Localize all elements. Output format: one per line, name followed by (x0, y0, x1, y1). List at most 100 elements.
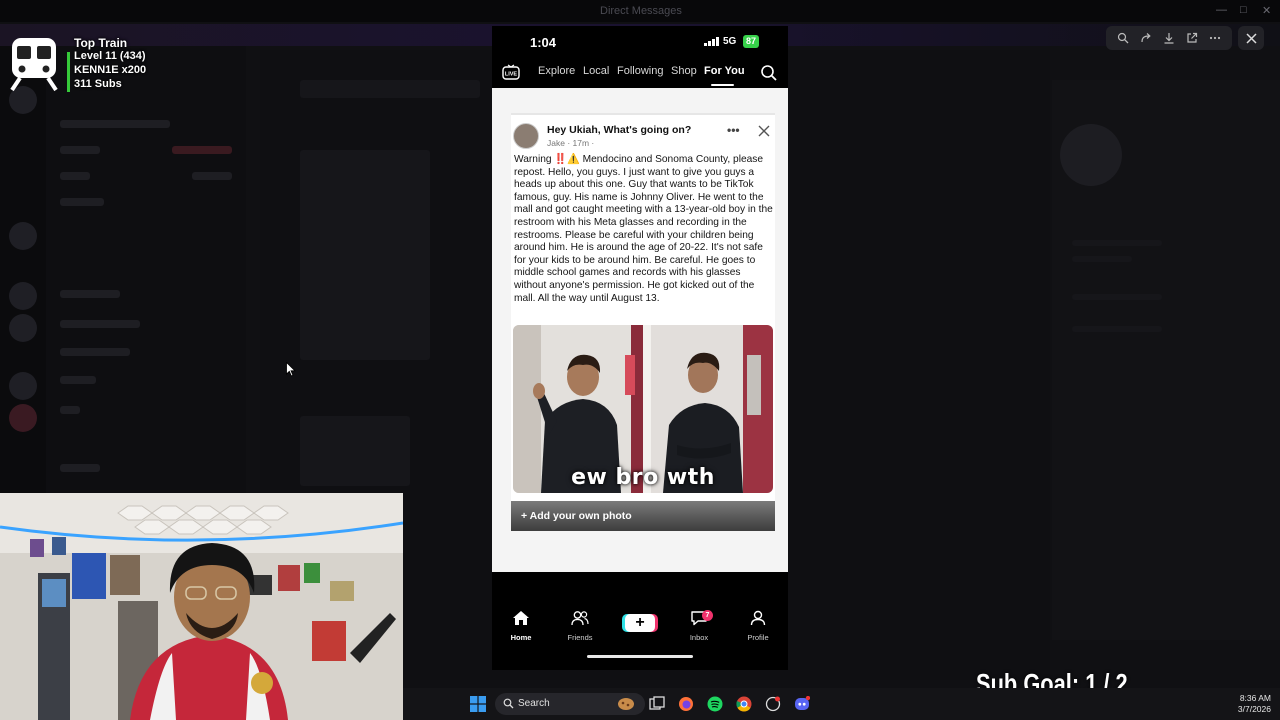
server-icon[interactable] (9, 372, 37, 400)
chrome-icon[interactable] (736, 696, 752, 712)
tiktok-bottom-nav: Home Friends + Inbox Profile 7 (492, 604, 788, 652)
tab-home-label: Home (510, 633, 532, 642)
discord-icon[interactable] (794, 696, 810, 712)
mouse-cursor-icon (286, 362, 296, 377)
tab-local[interactable]: Local (583, 65, 609, 77)
add-photo-bar[interactable]: + Add your own photo (511, 501, 775, 531)
tab-profile[interactable]: Profile (733, 610, 783, 642)
phone-screen: 1:04 5G 87 LIVE Explore Local Following … (492, 26, 788, 670)
post-meta: Jake · 17m · (547, 138, 595, 148)
dm-item[interactable] (60, 376, 96, 384)
windows-taskbar: Search 8:36 AM 3/7/2026 (403, 688, 1280, 720)
channel-item[interactable] (60, 198, 104, 206)
active-tab-indicator (711, 84, 734, 86)
top-train-overlay: Top Train Level 11 (434) KENN1E x200 311… (4, 30, 164, 94)
maximize-icon[interactable]: □ (1240, 4, 1247, 16)
channel-item[interactable] (60, 120, 170, 128)
channel-badge (192, 172, 232, 180)
post-body: Warning ‼️⚠️ Mendocino and Sonoma County… (514, 154, 773, 304)
channel-badge (172, 146, 232, 154)
tab-home[interactable]: Home (496, 610, 546, 642)
search-icon[interactable] (760, 64, 778, 82)
background-titlebar: Direct Messages — □ ✕ (0, 0, 1280, 22)
screen: Direct Messages — □ ✕ Top Train Level 11… (0, 0, 1280, 720)
create-button[interactable]: + (625, 614, 655, 632)
channel-item[interactable] (60, 146, 100, 154)
tab-for-you[interactable]: For You (704, 65, 745, 77)
dm-item[interactable] (60, 320, 140, 328)
tab-friends-label: Friends (567, 633, 593, 642)
more-options-icon[interactable] (1208, 31, 1222, 45)
tab-friends[interactable]: Friends (555, 610, 605, 642)
dm-item[interactable] (60, 464, 100, 472)
tab-following[interactable]: Following (617, 65, 663, 77)
status-time: 1:04 (530, 35, 557, 50)
open-external-icon[interactable] (1185, 31, 1199, 45)
home-icon (513, 611, 529, 625)
profile-avatar (1060, 124, 1122, 186)
profile-icon (750, 610, 766, 626)
tab-explore[interactable]: Explore (538, 65, 575, 77)
train-icon (10, 38, 58, 92)
overlay-title: Top Train (74, 36, 128, 50)
profile-line (1072, 326, 1162, 332)
taskbar-clock-time[interactable]: 8:36 AM (1211, 693, 1271, 703)
battery-indicator: 87 (743, 35, 760, 48)
server-icon[interactable] (9, 404, 37, 432)
inbox-badge: 7 (702, 610, 713, 621)
dm-item[interactable] (60, 290, 120, 298)
profile-line (1072, 256, 1132, 262)
tab-profile-label: Profile (747, 633, 769, 642)
home-indicator (587, 655, 693, 658)
overlay-conductor: KENN1E x200 (74, 64, 147, 76)
download-icon[interactable] (1162, 31, 1176, 45)
overlay-subs: 311 Subs (74, 78, 122, 90)
tab-inbox-label: Inbox (689, 633, 709, 642)
tab-inbox[interactable]: Inbox (674, 610, 724, 642)
webcam-scene (0, 493, 403, 720)
close-icon (1245, 32, 1257, 44)
video-caption: ew bro wth (571, 465, 715, 490)
facebook-post-screenshot: Hey Ukiah, What's going on? Jake · 17m ·… (511, 113, 775, 531)
add-photo-label: + Add your own photo (521, 510, 632, 522)
firefox-icon[interactable] (678, 696, 694, 712)
windows-start-icon[interactable] (470, 696, 486, 712)
post-title: Hey Ukiah, What's going on? (547, 124, 692, 136)
background-window-title: Direct Messages (600, 5, 682, 17)
taskbar-search-label: Search (518, 698, 550, 709)
window-close-icon[interactable]: ✕ (1262, 4, 1271, 17)
tiktok-top-nav: LIVE Explore Local Following Shop For Yo… (492, 59, 788, 87)
app-icon[interactable] (765, 696, 781, 712)
channel-item[interactable] (60, 172, 90, 180)
friends-icon (571, 611, 589, 626)
search-highlight-icon (618, 698, 634, 710)
svg-text:LIVE: LIVE (505, 72, 518, 78)
tab-shop[interactable]: Shop (671, 65, 697, 77)
signal-icon (704, 37, 719, 46)
post-close-icon (758, 125, 770, 137)
post-avatar (513, 123, 539, 149)
post-photo: ew bro wth (513, 325, 773, 493)
post-more-icon: ••• (727, 123, 740, 137)
viewer-close-button[interactable] (1238, 26, 1264, 50)
spotify-icon[interactable] (707, 696, 723, 712)
taskbar-clock-date[interactable]: 3/7/2026 (1211, 704, 1271, 714)
content-block (300, 80, 480, 98)
taskbar-search-box[interactable]: Search (495, 693, 645, 715)
overlay-accent-bar (67, 52, 70, 92)
live-icon[interactable]: LIVE (502, 64, 520, 80)
phone-status-bar: 1:04 5G 87 (492, 26, 788, 58)
minimize-icon[interactable]: — (1216, 4, 1227, 16)
video-frame[interactable]: Hey Ukiah, What's going on? Jake · 17m ·… (492, 88, 788, 572)
zoom-icon[interactable] (1116, 31, 1130, 45)
media-viewer-toolbar (1106, 26, 1232, 50)
server-icon[interactable] (9, 222, 37, 250)
task-view-icon[interactable] (649, 696, 665, 712)
content-image (300, 150, 430, 360)
forward-icon[interactable] (1139, 31, 1153, 45)
server-icon[interactable] (9, 314, 37, 342)
content-image (300, 416, 410, 486)
dm-item[interactable] (60, 348, 130, 356)
server-icon[interactable] (9, 282, 37, 310)
dm-item[interactable] (60, 406, 80, 414)
